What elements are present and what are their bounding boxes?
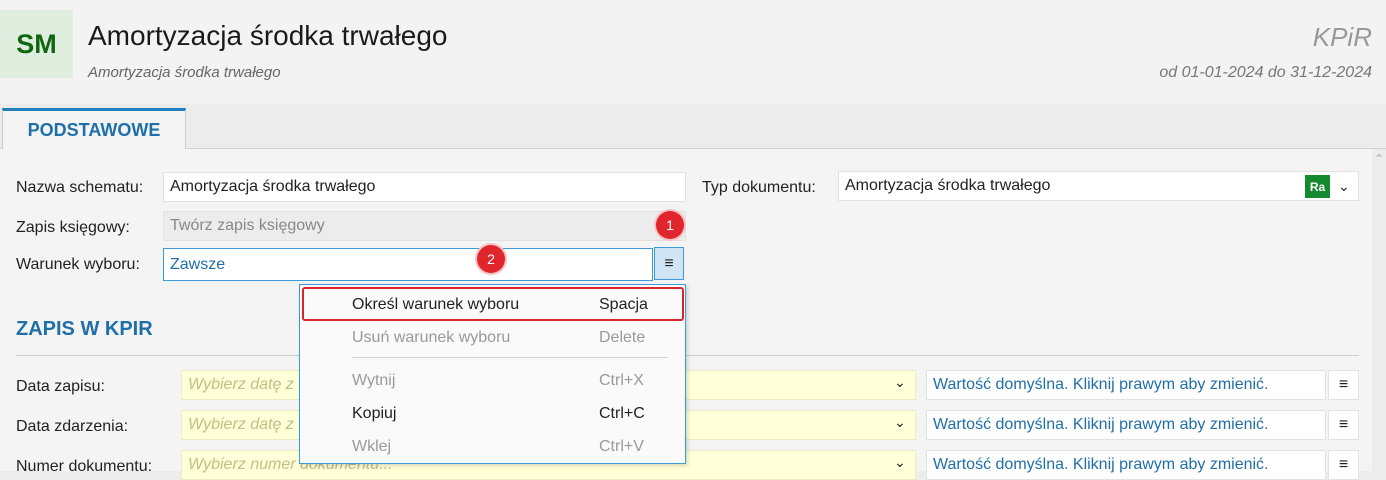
condition-field[interactable]: Zawsze (163, 248, 653, 281)
chevron-down-icon[interactable]: ⌄ (1338, 178, 1350, 195)
doc-number-hint[interactable]: Wartość domyślna. Kliknij prawym aby zmi… (926, 450, 1326, 480)
doc-type-select[interactable]: Amortyzacja środka trwałego (838, 171, 1359, 201)
menu-item-copy[interactable]: Kopiuj Ctrl+C (300, 399, 685, 429)
ra-icon: Ra (1305, 175, 1330, 198)
menu-item-shortcut: Ctrl+X (599, 372, 644, 389)
chevron-down-icon[interactable]: ⌄ (894, 374, 906, 391)
chevron-down-icon[interactable]: ⌄ (894, 414, 906, 431)
event-date-label: Data zdarzenia: (16, 418, 129, 435)
menu-item-paste[interactable]: Wklej Ctrl+V (300, 432, 685, 462)
menu-item-define-condition[interactable]: Określ warunek wyboru Spacja (300, 290, 685, 320)
doc-type-label: Typ dokumentu: (702, 179, 816, 196)
menu-item-cut[interactable]: Wytnij Ctrl+X (300, 366, 685, 396)
page-title: Amortyzacja środka trwałego (88, 20, 448, 51)
tab-bar: PODSTAWOWE (0, 104, 1386, 149)
menu-icon[interactable]: ≡ (1328, 370, 1359, 400)
step-badge-2: 2 (477, 245, 505, 273)
section-divider (16, 355, 1359, 356)
entry-field[interactable]: Twórz zapis księgowy (163, 211, 686, 241)
scroll-up-icon[interactable]: ⌃ (1374, 152, 1384, 166)
menu-item-label: Wklej (352, 438, 392, 455)
menu-item-remove-condition[interactable]: Usuń warunek wyboru Delete (300, 323, 685, 353)
chevron-down-icon[interactable]: ⌄ (894, 454, 906, 471)
menu-item-shortcut: Delete (599, 329, 646, 346)
entry-date-label: Data zapisu: (16, 378, 105, 395)
scheme-name-input[interactable]: Amortyzacja środka trwałego (163, 172, 686, 202)
menu-item-label: Wytnij (352, 372, 396, 389)
menu-item-label: Kopiuj (352, 405, 397, 422)
window-header: SM Amortyzacja środka trwałego Amortyzac… (0, 0, 1386, 104)
step-badge-1: 1 (656, 211, 684, 239)
event-date-hint[interactable]: Wartość domyślna. Kliknij prawym aby zmi… (926, 410, 1326, 440)
menu-item-shortcut: Ctrl+C (599, 405, 645, 422)
menu-item-label: Usuń warunek wyboru (352, 329, 511, 346)
page-subtitle: Amortyzacja środka trwałego (88, 64, 281, 81)
context-menu: Określ warunek wyboru Spacja Usuń warune… (299, 284, 686, 464)
menu-icon[interactable]: ≡ (1328, 410, 1359, 440)
menu-icon[interactable]: ≡ (1328, 450, 1359, 480)
doc-number-label: Numer dokumentu: (16, 458, 153, 475)
condition-menu-button[interactable]: ≡ (654, 247, 684, 280)
entry-date-hint[interactable]: Wartość domyślna. Kliknij prawym aby zmi… (926, 370, 1326, 400)
app-name: KPiR (1312, 22, 1372, 52)
module-logo: SM (0, 10, 73, 78)
menu-item-shortcut: Spacja (599, 296, 648, 313)
entry-label: Zapis księgowy: (16, 219, 130, 236)
menu-separator (352, 357, 668, 358)
scheme-name-label: Nazwa schematu: (16, 179, 144, 196)
menu-item-shortcut: Ctrl+V (599, 438, 644, 455)
section-title-kpir: ZAPIS W KPIR (16, 318, 153, 340)
tab-podstawowe[interactable]: PODSTAWOWE (2, 108, 186, 149)
period-range: od 01-01-2024 do 31-12-2024 (1159, 64, 1372, 81)
condition-label: Warunek wyboru: (16, 256, 140, 273)
menu-item-label: Określ warunek wyboru (352, 296, 520, 313)
